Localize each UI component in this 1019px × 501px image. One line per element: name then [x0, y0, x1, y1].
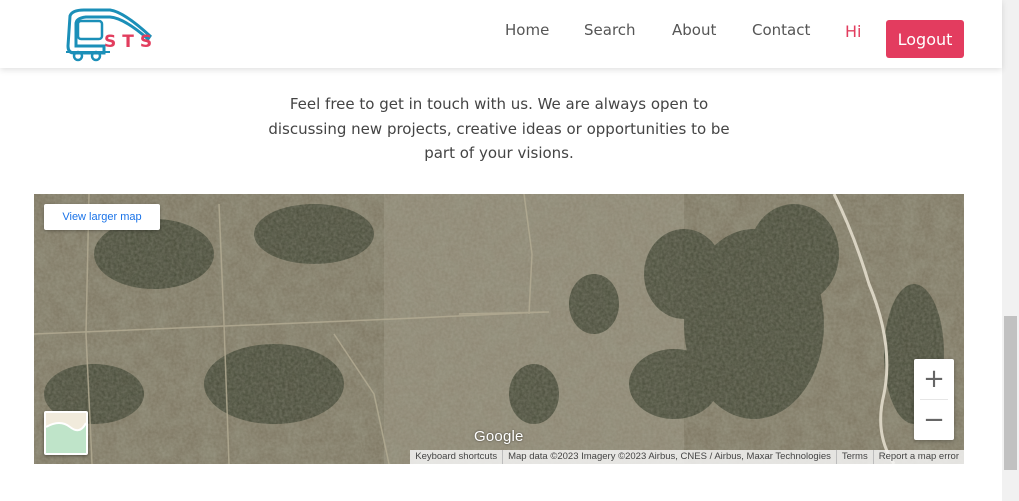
- view-larger-map-link[interactable]: View larger map: [44, 204, 160, 230]
- page: STS Home Search About Contact Hi Logout …: [0, 0, 1019, 501]
- map-layer-toggle[interactable]: [44, 411, 88, 455]
- zoom-controls: + −: [914, 359, 954, 440]
- site-header: STS Home Search About Contact Hi Logout: [0, 0, 1002, 68]
- nav-contact[interactable]: Contact: [752, 21, 810, 39]
- report-map-error-link[interactable]: Report a map error: [872, 450, 964, 464]
- terms-link[interactable]: Terms: [835, 450, 873, 464]
- map-data-credits: Map data ©2023 Imagery ©2023 Airbus, CNE…: [502, 450, 836, 464]
- user-greeting: Hi: [845, 22, 862, 41]
- map-attribution-bar: Keyboard shortcuts Map data ©2023 Imager…: [410, 450, 964, 464]
- embedded-map[interactable]: View larger map + − Google Keyboard shor…: [34, 194, 964, 464]
- satellite-imagery: [34, 194, 964, 464]
- zoom-out-button[interactable]: −: [914, 400, 954, 440]
- google-logo: Google: [474, 428, 524, 445]
- logo-text: STS: [104, 32, 159, 52]
- keyboard-shortcuts-link[interactable]: Keyboard shortcuts: [410, 450, 502, 464]
- zoom-in-button[interactable]: +: [914, 359, 954, 399]
- contact-intro-text: Feel free to get in touch with us. We ar…: [268, 95, 730, 162]
- nav-home[interactable]: Home: [505, 21, 549, 39]
- nav-about[interactable]: About: [672, 21, 716, 39]
- logout-button[interactable]: Logout: [886, 20, 964, 58]
- nav-search[interactable]: Search: [584, 21, 636, 39]
- map-layer-icon: [46, 413, 86, 453]
- scrollbar-thumb[interactable]: [1004, 316, 1017, 470]
